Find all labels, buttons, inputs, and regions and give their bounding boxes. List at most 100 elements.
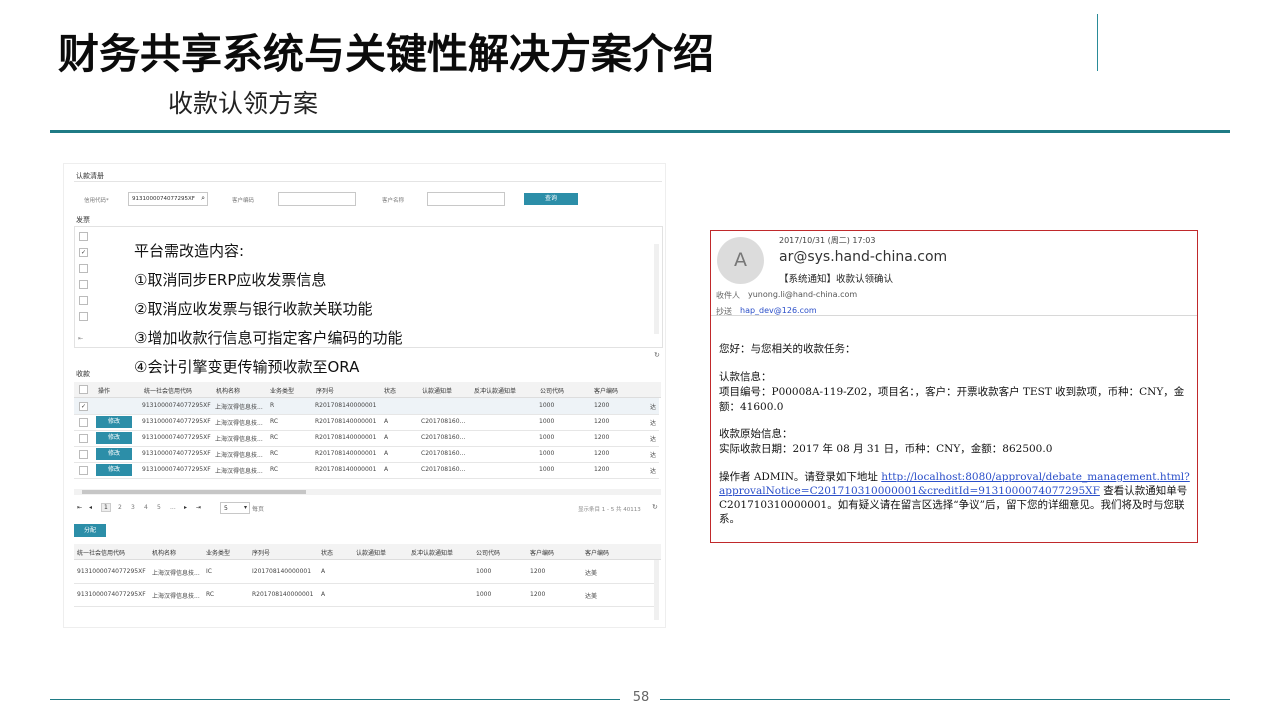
table-row[interactable]: 9131000074077295XF 上海汉得信息技... IC I201708…: [74, 561, 659, 584]
section-title: 认款清册: [76, 172, 104, 180]
cell-serial: R201708140000001: [252, 591, 314, 598]
email-subject: 【系统通知】收款认领确认: [779, 274, 894, 285]
cc-address[interactable]: hap_dev@126.com: [740, 306, 817, 315]
edit-button[interactable]: 修改: [96, 416, 132, 428]
cell-code: 9131000074077295XF: [142, 402, 211, 409]
table1-scrollbar[interactable]: [74, 489, 661, 495]
to-address[interactable]: yunong.li@hand-china.com: [748, 290, 857, 299]
invoice-checkbox[interactable]: [79, 312, 88, 321]
table-row[interactable]: 修改 9131000074077295XF 上海汉得信息技... RC R201…: [74, 414, 659, 431]
table-row[interactable]: 修改 9131000074077295XF 上海汉得信息技... RC R201…: [74, 446, 659, 463]
customer-code-input[interactable]: [278, 192, 356, 206]
query-button[interactable]: 查询: [524, 193, 578, 205]
row-checkbox[interactable]: [79, 450, 88, 459]
cell-code: 9131000074077295XF: [142, 450, 211, 457]
customer-name-label: 客户名称: [382, 198, 405, 204]
cell-org: 上海汉得信息技...: [215, 452, 263, 459]
cell-name: 达美: [585, 570, 598, 577]
approval-link[interactable]: http://localhost:8080/approval/debate_ma…: [881, 471, 1190, 483]
row-checkbox-checked[interactable]: ✓: [79, 402, 88, 411]
invoice-section-title: 发票: [76, 216, 90, 224]
scrollbar-thumb[interactable]: [82, 490, 306, 494]
edit-button[interactable]: 修改: [96, 448, 132, 460]
approval-link-continued[interactable]: approvalNotice=C201710310000001&creditId…: [719, 485, 1100, 497]
page-link[interactable]: 3: [131, 504, 135, 511]
cell-status: A: [384, 466, 389, 473]
info-line: 额：41600.0: [719, 401, 784, 413]
table-row[interactable]: ✓ 9131000074077295XF 上海汉得信息技... R R20170…: [74, 398, 659, 415]
cell-extra: 达: [650, 436, 657, 443]
cell-company: 1000: [539, 466, 555, 473]
page-number: 58: [632, 690, 650, 705]
invoice-checkbox[interactable]: [79, 280, 88, 289]
table-row[interactable]: 9131000074077295XF 上海汉得信息技... RC R201708…: [74, 584, 659, 607]
customer-name-input[interactable]: [427, 192, 505, 206]
cell-notice: C201708160...: [421, 418, 466, 425]
cell-company: 1000: [539, 418, 555, 425]
next-page-icon[interactable]: ▸: [184, 504, 187, 511]
last-page-icon[interactable]: ⇥: [196, 504, 201, 511]
cell-company: 1000: [539, 402, 555, 409]
email-datetime: 2017/10/31 (周二) 17:03: [779, 236, 876, 245]
page-size-select[interactable]: 5 ▾: [220, 502, 250, 514]
cell-serial: R201708140000001: [315, 418, 377, 425]
per-page-label: 每页: [252, 506, 265, 513]
first-page-icon[interactable]: ⇤: [78, 335, 83, 342]
column-header: 序列号: [252, 550, 271, 557]
edit-button[interactable]: 修改: [96, 464, 132, 476]
email-sender: ar@sys.hand-china.com: [779, 249, 948, 265]
note-item: ②取消应收发票与银行收款关联功能: [134, 300, 373, 318]
row-checkbox[interactable]: [79, 434, 88, 443]
cell-type: RC: [270, 434, 279, 441]
page-link[interactable]: 2: [118, 504, 122, 511]
invoice-checkbox[interactable]: [79, 232, 88, 241]
column-header: 认款通知单: [422, 388, 453, 395]
invoice-scrollbar[interactable]: [654, 244, 659, 334]
operator-text: 查看认款通知单号: [1099, 485, 1188, 497]
prev-page-icon[interactable]: ◂: [89, 504, 92, 511]
column-header: 操作: [98, 388, 111, 395]
cell-serial: R201708140000001: [315, 450, 377, 457]
search-icon[interactable]: ⌕: [201, 194, 205, 203]
invoice-checkbox[interactable]: [79, 296, 88, 305]
orig-title: 收款原始信息：: [719, 428, 793, 440]
table2-header: 统一社会信用代码 机构名称 业务类型 序列号 状态 认款通知单 反冲认款通知单 …: [74, 544, 661, 560]
row-checkbox[interactable]: [79, 418, 88, 427]
chevron-down-icon: ▾: [243, 504, 247, 511]
cell-status: A: [384, 418, 389, 425]
page-link-active[interactable]: 1: [101, 503, 111, 512]
cell-customer: 1200: [530, 591, 546, 598]
refresh-icon[interactable]: ↻: [652, 503, 658, 511]
cell-type: RC: [270, 450, 279, 457]
column-header: 反冲认款通知单: [411, 550, 454, 557]
credit-code-input[interactable]: 913100007407729­5XF ⌕: [128, 192, 208, 206]
cell-extra: 达: [650, 420, 657, 427]
allocate-button[interactable]: 分配: [74, 524, 106, 537]
cell-customer: 1200: [594, 466, 610, 473]
footer-rule-left: [50, 699, 620, 700]
page-link[interactable]: 5: [157, 504, 161, 511]
invoice-checkbox[interactable]: [79, 264, 88, 273]
select-all-checkbox[interactable]: [79, 385, 88, 394]
page-size-value: 5: [224, 505, 228, 512]
first-page-icon[interactable]: ⇤: [77, 504, 82, 511]
cell-customer: 1200: [594, 450, 610, 457]
cell-code: 9131000074077295XF: [142, 418, 211, 425]
cell-type: R: [270, 402, 275, 409]
table-row[interactable]: 修改 9131000074077295XF 上海汉得信息技... RC R201…: [74, 462, 659, 479]
table1-header: 操作 统一社会信用代码 机构名称 业务类型 序列号 状态 认款通知单 反冲认款通…: [74, 382, 661, 398]
column-header: 序列号: [316, 388, 335, 395]
note-heading: 平台需改造内容:: [134, 242, 245, 260]
table-row[interactable]: 修改 9131000074077295XF 上海汉得信息技... RC R201…: [74, 430, 659, 447]
to-label: 收件人: [716, 291, 740, 300]
cell-extra: 达: [650, 452, 657, 459]
cell-org: 上海汉得信息技...: [215, 404, 263, 411]
table2-scrollbar[interactable]: [654, 560, 659, 620]
slide-subtitle: 收款认领方案: [168, 89, 319, 118]
page-link[interactable]: 4: [144, 504, 148, 511]
refresh-icon[interactable]: ↻: [654, 351, 660, 359]
edit-button[interactable]: 修改: [96, 432, 132, 444]
row-checkbox[interactable]: [79, 466, 88, 475]
cell-org: 上海汉得信息技...: [152, 593, 200, 600]
invoice-checkbox-checked[interactable]: ✓: [79, 248, 88, 257]
